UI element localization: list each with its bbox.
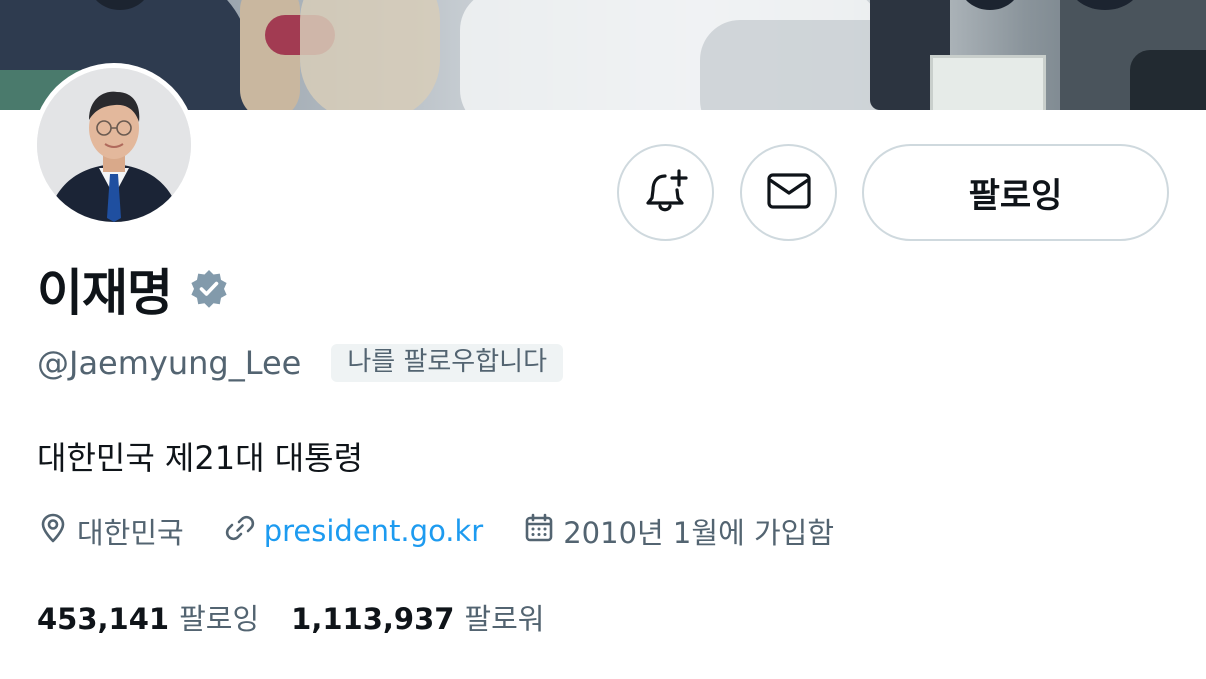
bell-plus-icon <box>641 166 691 220</box>
following-stat[interactable]: 453,141 팔로잉 <box>37 596 259 638</box>
link-icon <box>224 512 264 551</box>
display-name: 이재명 <box>37 264 173 322</box>
message-button[interactable] <box>740 144 837 241</box>
name-row: 이재명 <box>37 254 230 324</box>
avatar-photo <box>37 68 191 222</box>
handle-row: @Jaemyung_Lee 나를 팔로우합니다 <box>37 340 563 386</box>
profile-page: 팔로잉 이재명 @Jaemyung_Lee 나를 팔로우합니다 대한민국 제21… <box>0 0 1206 679</box>
location-text: 대한민국 <box>77 516 184 550</box>
joined-item: 2010년 1월에 가입함 <box>523 510 834 552</box>
website-link[interactable]: president.go.kr <box>264 514 484 548</box>
joined-date: 2010년 1월에 가입함 <box>563 516 835 550</box>
location-item: 대한민국 <box>37 510 184 552</box>
profile-bio: 대한민국 제21대 대통령 <box>37 439 364 477</box>
verified-badge-icon[interactable] <box>188 268 230 310</box>
followers-stat[interactable]: 1,113,937 팔로워 <box>291 596 544 638</box>
website-item[interactable]: president.go.kr <box>224 512 484 551</box>
profile-banner-image[interactable] <box>0 0 1206 110</box>
following-count: 453,141 <box>37 602 170 636</box>
followers-count: 1,113,937 <box>291 602 455 636</box>
notifications-button[interactable] <box>617 144 714 241</box>
calendar-icon <box>523 512 563 551</box>
following-label: 팔로잉 <box>179 602 260 636</box>
followers-label: 팔로워 <box>464 602 545 636</box>
location-pin-icon <box>37 512 77 551</box>
avatar[interactable] <box>32 63 196 227</box>
profile-stats: 453,141 팔로잉 1,113,937 팔로워 <box>37 594 576 640</box>
following-button[interactable]: 팔로잉 <box>862 144 1169 241</box>
profile-meta: 대한민국 president.go.kr 2010년 1월에 가입함 <box>37 508 874 554</box>
envelope-icon <box>764 166 814 220</box>
follows-you-badge: 나를 팔로우합니다 <box>331 344 563 382</box>
username-handle: @Jaemyung_Lee <box>37 344 302 382</box>
